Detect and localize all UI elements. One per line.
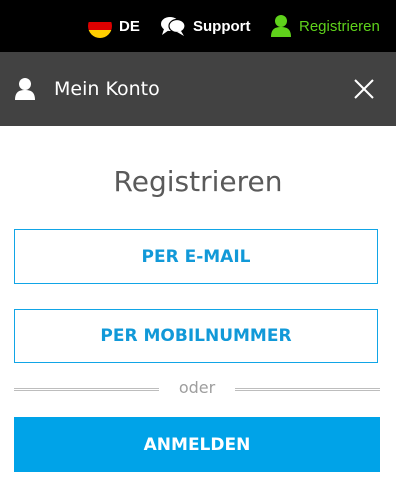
germany-flag-icon xyxy=(88,14,112,38)
register-email-button[interactable]: PER E-MAIL xyxy=(14,229,378,284)
user-icon xyxy=(271,15,291,37)
register-link[interactable]: Registrieren xyxy=(270,0,380,52)
language-selector[interactable]: DE xyxy=(88,0,140,52)
language-code: DE xyxy=(119,17,140,35)
user-icon xyxy=(15,78,35,100)
close-icon[interactable] xyxy=(352,77,376,101)
support-label: Support xyxy=(193,17,251,35)
chat-bubble-icon xyxy=(161,17,186,36)
page-title: Registrieren xyxy=(113,165,283,198)
register-mobile-button[interactable]: PER MOBILNUMMER xyxy=(14,309,378,363)
top-bar: DE Support Registrieren xyxy=(0,0,396,52)
support-link[interactable]: Support xyxy=(160,0,251,52)
or-divider: oder xyxy=(14,378,380,400)
divider-line-right xyxy=(235,388,380,391)
login-button[interactable]: ANMELDEN xyxy=(14,417,380,472)
account-header: Mein Konto xyxy=(0,52,396,126)
register-label: Registrieren xyxy=(299,17,380,35)
account-title: Mein Konto xyxy=(54,78,160,100)
